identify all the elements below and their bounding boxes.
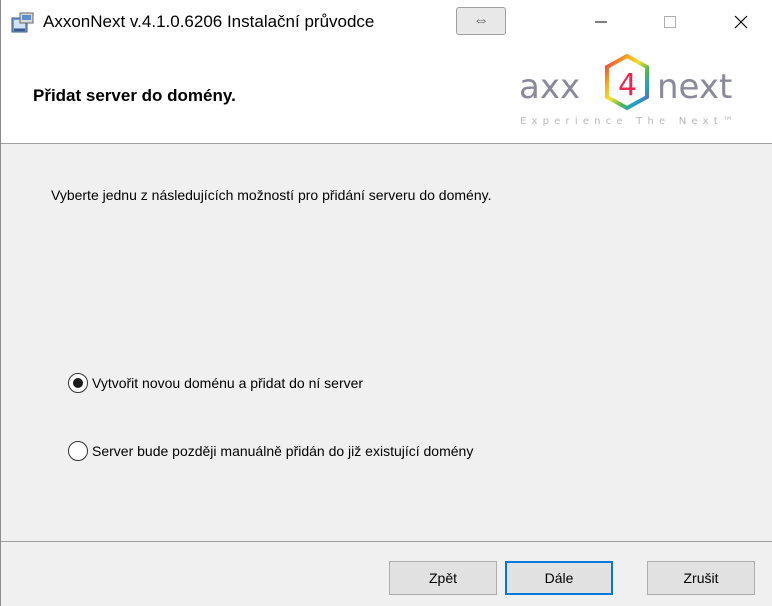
minimize-button[interactable] [577, 0, 625, 44]
close-button[interactable] [717, 0, 765, 44]
logo-text-right: next [657, 67, 732, 107]
radio-button-selected[interactable] [68, 373, 88, 393]
radio-option-existing-domain[interactable]: Server bude později manuálně přidán do j… [68, 441, 473, 461]
radio-label-existing-domain[interactable]: Server bude později manuálně přidán do j… [92, 443, 473, 459]
resize-arrows-button[interactable]: ⇔ [456, 7, 506, 35]
radio-dot-icon [73, 378, 83, 388]
title-bar[interactable]: AxxonNext v.4.1.0.6206 Instalační průvod… [1, 0, 772, 44]
footer-bar: Zpět Dále Zrušit [1, 541, 772, 606]
close-icon [734, 15, 748, 29]
resize-arrows-icon: ⇔ [473, 12, 489, 29]
window-title: AxxonNext v.4.1.0.6206 Instalační průvod… [43, 12, 375, 31]
radio-label-create-domain[interactable]: Vytvořit novou doménu a přidat do ní ser… [92, 375, 363, 391]
intro-text: Vyberte jednu z následujících možností p… [51, 187, 492, 203]
next-button[interactable]: Dále [505, 561, 613, 595]
installer-app-icon [11, 12, 34, 33]
content-area: Vyberte jednu z následujících možností p… [1, 145, 772, 541]
radio-option-create-domain[interactable]: Vytvořit novou doménu a přidat do ní ser… [68, 373, 363, 393]
maximize-button[interactable] [646, 0, 694, 44]
cancel-button[interactable]: Zrušit [647, 561, 755, 595]
logo-digit: 4 [618, 68, 637, 103]
page-title: Přidat server do domény. [33, 86, 236, 105]
installer-window: AxxonNext v.4.1.0.6206 Instalační průvod… [0, 0, 772, 606]
header-banner: Přidat server do domény. axx 4 next Expe… [1, 44, 772, 144]
logo-tagline: Experience The Next™ [520, 116, 739, 127]
minimize-icon [595, 21, 607, 23]
maximize-icon [664, 16, 676, 28]
radio-button-unselected[interactable] [68, 441, 88, 461]
back-button[interactable]: Zpět [389, 561, 497, 595]
logo-text-left: axx [519, 67, 580, 107]
